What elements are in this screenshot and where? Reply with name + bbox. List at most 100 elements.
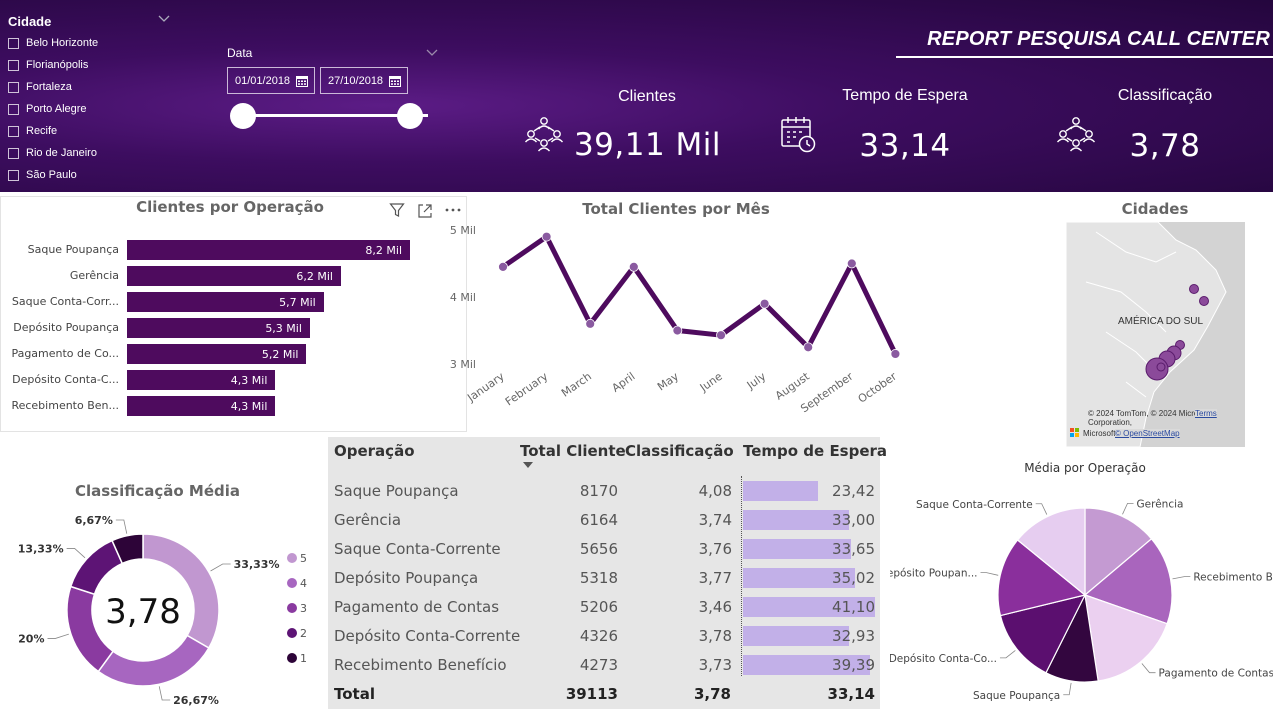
city-bubble-fortaleza[interactable]	[1189, 284, 1199, 294]
donut-chart-title: Classificação Média	[74, 482, 241, 500]
date-range-end-handle[interactable]	[397, 103, 423, 129]
city-option-label: Belo Horizonte	[26, 37, 99, 49]
x-tick-label: February	[503, 370, 551, 409]
table-cell-tempo: 35,02	[832, 569, 875, 587]
legend-marker[interactable]	[287, 628, 297, 638]
checkbox[interactable]	[8, 37, 19, 49]
pie-leader-line	[1141, 663, 1156, 674]
chevron-down-icon[interactable]	[426, 46, 438, 58]
table-cell-operacao: Pagamento de Contas	[334, 598, 500, 616]
calendar-icon[interactable]	[389, 75, 401, 87]
line-point[interactable]	[672, 325, 683, 336]
city-option[interactable]: Belo Horizonte	[8, 35, 98, 51]
donut-chart: 33,33% 26,67% 20% 13,33% 6,67% 3,78 5 4 3 2 1	[18, 514, 307, 707]
donut-data-label: 13,33%	[18, 542, 64, 555]
table-header-tempo-espera[interactable]: Tempo de Espera	[743, 442, 887, 460]
date-range-start-handle[interactable]	[230, 103, 256, 129]
table-total-clientes: 39113	[565, 685, 618, 703]
x-tick-label: August	[773, 369, 813, 402]
legend-marker[interactable]	[287, 653, 297, 663]
x-tick-label: June	[697, 370, 725, 395]
city-bubble-porto-alegre[interactable]	[1156, 362, 1166, 372]
bar[interactable]: 5,7 Mil	[127, 292, 324, 312]
line-point[interactable]	[716, 330, 726, 341]
donut-leader-line	[210, 563, 231, 572]
line-point[interactable]	[803, 342, 814, 353]
table-header-classificacao[interactable]: Classificação	[625, 442, 734, 460]
donut-data-label: 33,33%	[234, 558, 280, 571]
bar[interactable]: 8,2 Mil	[127, 240, 410, 260]
date-slicer-title: Data	[227, 46, 253, 60]
table-cell-classificacao: 3,46	[698, 598, 732, 616]
bar[interactable]: 4,3 Mil	[127, 396, 276, 416]
table-header-operacao[interactable]: Operação	[334, 442, 415, 460]
checkbox[interactable]	[8, 147, 19, 159]
checkbox[interactable]	[8, 59, 19, 71]
filter-icon[interactable]	[389, 202, 405, 218]
table-header-total-cliente[interactable]: Total Cliente	[520, 442, 626, 460]
city-option-label: São Paulo	[26, 169, 77, 181]
pie-chart-title: Média por Operação	[1024, 461, 1146, 475]
table-cell-total: 6164	[579, 511, 618, 529]
donut-data-label: 6,67%	[75, 514, 113, 527]
line-point[interactable]	[759, 298, 770, 309]
calendar-clock-icon	[781, 117, 816, 153]
table-cell-tempo: 32,93	[832, 627, 875, 645]
focus-mode-icon[interactable]	[417, 203, 433, 219]
legend-marker[interactable]	[287, 603, 297, 613]
checkbox[interactable]	[8, 81, 19, 93]
legend-marker[interactable]	[287, 578, 297, 588]
line-chart-title: Total Clientes por Mês	[582, 200, 770, 218]
table-cell-operacao: Saque Poupança	[334, 482, 459, 500]
y-tick-label: 5 Mil	[450, 224, 476, 237]
map-title: Cidades	[1121, 200, 1189, 218]
bar-chart-title: Clientes por Operação	[136, 198, 324, 216]
table-total-label: Total	[334, 685, 375, 703]
y-tick-label: 4 Mil	[450, 291, 476, 304]
more-options-icon[interactable]	[444, 203, 462, 217]
legend-marker[interactable]	[287, 553, 297, 563]
city-option[interactable]: Florianópolis	[8, 57, 88, 73]
city-option[interactable]: Recife	[8, 123, 57, 139]
chevron-down-icon[interactable]	[158, 12, 170, 24]
line-point[interactable]	[585, 318, 596, 329]
city-option[interactable]: Fortaleza	[8, 79, 72, 95]
line-point[interactable]	[890, 349, 901, 359]
cidades-map[interactable]: AMÉRICA DO SUL © 2024 TomTom, © 2024 Mic…	[1066, 222, 1245, 447]
bar[interactable]: 6,2 Mil	[127, 266, 341, 286]
date-start-input[interactable]: 01/01/2018	[227, 67, 315, 94]
x-tick-label: October	[856, 370, 900, 406]
checkbox[interactable]	[8, 103, 19, 115]
line-point[interactable]	[498, 261, 508, 272]
sort-descending-icon[interactable]	[523, 462, 533, 468]
bar[interactable]: 5,2 Mil	[127, 344, 307, 364]
bar-data-label: 6,2 Mil	[296, 269, 333, 283]
checkbox[interactable]	[8, 125, 19, 137]
line-point[interactable]	[846, 258, 857, 269]
donut-leader-line	[66, 548, 86, 559]
kpi-classificacao-label: Classificação	[1117, 87, 1213, 104]
bar-data-label: 4,3 Mil	[230, 399, 268, 413]
date-end-input[interactable]: 27/10/2018	[320, 67, 408, 94]
city-option[interactable]: Rio de Janeiro	[8, 145, 97, 161]
pie-leader-line	[1063, 682, 1072, 696]
bar[interactable]: 5,3 Mil	[127, 318, 310, 338]
pie-leader-line	[1035, 503, 1048, 515]
table-cell-classificacao: 3,76	[698, 540, 732, 558]
city-option[interactable]: São Paulo	[8, 167, 77, 183]
legend-label: 3	[300, 602, 307, 615]
city-bubble-recife[interactable]	[1199, 296, 1209, 306]
line-point[interactable]	[541, 231, 552, 242]
x-tick-label: May	[655, 370, 681, 394]
calendar-icon[interactable]	[296, 75, 308, 87]
table-cell-total: 5318	[579, 569, 618, 587]
city-option[interactable]: Porto Alegre	[8, 101, 87, 117]
bar[interactable]: 4,3 Mil	[127, 370, 276, 390]
table-cell-total: 5656	[579, 540, 618, 558]
line-point[interactable]	[628, 261, 639, 272]
map-bubbles	[1145, 284, 1209, 381]
report-title: REPORT PESQUISA CALL CENTER	[927, 28, 1270, 50]
pie-category-label: Pagamento de Contas	[1159, 668, 1273, 680]
table-cell-classificacao: 3,73	[698, 656, 732, 674]
checkbox[interactable]	[8, 169, 19, 181]
